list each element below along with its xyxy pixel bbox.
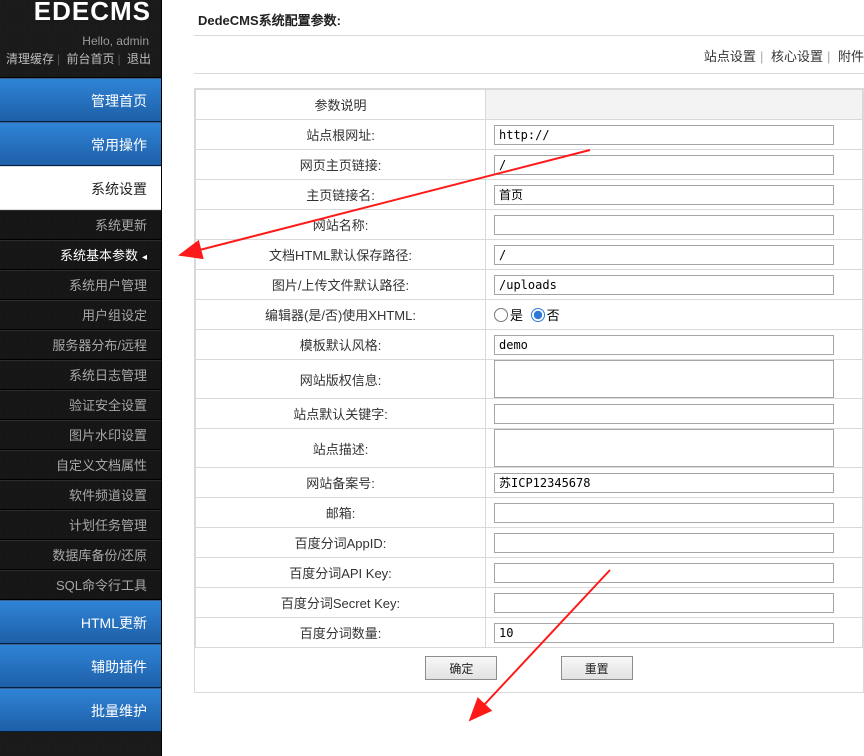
brand-logo: EDECMS: [0, 0, 161, 26]
tpl-style-input[interactable]: [494, 335, 834, 355]
site-url-input[interactable]: [494, 125, 834, 145]
top-links: 清理缓存| 前台首页| 退出: [0, 48, 161, 78]
nav-system[interactable]: 系统设置: [0, 166, 161, 210]
nav-item-logs[interactable]: 系统日志管理: [0, 360, 161, 390]
nav-batch[interactable]: 批量维护: [0, 688, 161, 732]
row-baidu-secret-label: 百度分词Secret Key:: [196, 588, 486, 618]
nav-item-update[interactable]: 系统更新: [0, 210, 161, 240]
nav-html[interactable]: HTML更新: [0, 600, 161, 644]
col-label: 参数说明: [196, 90, 486, 120]
content: DedeCMS系统配置参数: 站点设置| 核心设置| 附件 参数说明 站点根网址…: [162, 0, 864, 756]
nav-item-groups[interactable]: 用户组设定: [0, 300, 161, 330]
config-table: 参数说明 站点根网址: 网页主页链接: 主页链接名: 网站名称:: [195, 89, 863, 648]
nav-item-dbbackup[interactable]: 数据库备份/还原: [0, 540, 161, 570]
row-upload-path-label: 图片/上传文件默认路径:: [196, 270, 486, 300]
row-baidu-apikey-label: 百度分词API Key:: [196, 558, 486, 588]
baidu-count-input[interactable]: [494, 623, 834, 643]
nav-system-items: 系统更新 系统基本参数 系统用户管理 用户组设定 服务器分布/远程 系统日志管理…: [0, 210, 161, 600]
editor-xhtml-yes[interactable]: [494, 308, 508, 322]
button-bar: 确定 重置: [195, 648, 863, 692]
config-panel: 参数说明 站点根网址: 网页主页链接: 主页链接名: 网站名称:: [194, 88, 864, 693]
copyright-input[interactable]: [494, 360, 834, 398]
row-editor-xhtml-label: 编辑器(是/否)使用XHTML:: [196, 300, 486, 330]
nav-common[interactable]: 常用操作: [0, 122, 161, 166]
baidu-secret-input[interactable]: [494, 593, 834, 613]
nav-plugin[interactable]: 辅助插件: [0, 644, 161, 688]
tab-attach[interactable]: 附件: [838, 49, 864, 64]
nav-item-sql[interactable]: SQL命令行工具: [0, 570, 161, 600]
home-name-input[interactable]: [494, 185, 834, 205]
row-baidu-appid-label: 百度分词AppID:: [196, 528, 486, 558]
page-title: DedeCMS系统配置参数:: [194, 0, 864, 35]
row-beian-label: 网站备案号:: [196, 468, 486, 498]
description-input[interactable]: [494, 429, 834, 467]
editor-xhtml-no[interactable]: [531, 308, 545, 322]
clear-cache-link[interactable]: 清理缓存: [6, 52, 54, 66]
row-copyright-label: 网站版权信息:: [196, 360, 486, 399]
nav-item-security[interactable]: 验证安全设置: [0, 390, 161, 420]
row-home-link-label: 网页主页链接:: [196, 150, 486, 180]
nav-item-docattr[interactable]: 自定义文档属性: [0, 450, 161, 480]
site-name-input[interactable]: [494, 215, 834, 235]
row-tpl-style-label: 模板默认风格:: [196, 330, 486, 360]
home-link-input[interactable]: [494, 155, 834, 175]
row-baidu-count-label: 百度分词数量:: [196, 618, 486, 648]
baidu-appid-input[interactable]: [494, 533, 834, 553]
logout-link[interactable]: 退出: [127, 52, 151, 66]
sidebar: EDECMS Hello, admin 清理缓存| 前台首页| 退出 管理首页 …: [0, 0, 162, 756]
nav-item-tasks[interactable]: 计划任务管理: [0, 510, 161, 540]
html-path-input[interactable]: [494, 245, 834, 265]
col-value: [486, 90, 863, 120]
tab-site[interactable]: 站点设置: [704, 49, 756, 64]
editor-xhtml-no-label: 否: [547, 305, 560, 324]
upload-path-input[interactable]: [494, 275, 834, 295]
tab-core[interactable]: 核心设置: [771, 49, 823, 64]
row-description-label: 站点描述:: [196, 429, 486, 468]
row-keywords-label: 站点默认关键字:: [196, 399, 486, 429]
reset-button[interactable]: 重置: [561, 656, 633, 680]
editor-xhtml-yes-label: 是: [510, 305, 523, 324]
nav-item-server[interactable]: 服务器分布/远程: [0, 330, 161, 360]
email-input[interactable]: [494, 503, 834, 523]
submit-button[interactable]: 确定: [425, 656, 497, 680]
baidu-apikey-input[interactable]: [494, 563, 834, 583]
row-email-label: 邮箱:: [196, 498, 486, 528]
nav-item-users[interactable]: 系统用户管理: [0, 270, 161, 300]
settings-tabs: 站点设置| 核心设置| 附件: [194, 36, 864, 73]
nav-item-basic-params[interactable]: 系统基本参数: [0, 240, 161, 270]
nav-item-watermark[interactable]: 图片水印设置: [0, 420, 161, 450]
nav-item-software[interactable]: 软件频道设置: [0, 480, 161, 510]
nav-home[interactable]: 管理首页: [0, 78, 161, 122]
keywords-input[interactable]: [494, 404, 834, 424]
row-home-name-label: 主页链接名:: [196, 180, 486, 210]
beian-input[interactable]: [494, 473, 834, 493]
frontend-link[interactable]: 前台首页: [67, 52, 115, 66]
hello-text: Hello, admin: [0, 26, 161, 48]
row-html-path-label: 文档HTML默认保存路径:: [196, 240, 486, 270]
row-site-url-label: 站点根网址:: [196, 120, 486, 150]
row-site-name-label: 网站名称:: [196, 210, 486, 240]
